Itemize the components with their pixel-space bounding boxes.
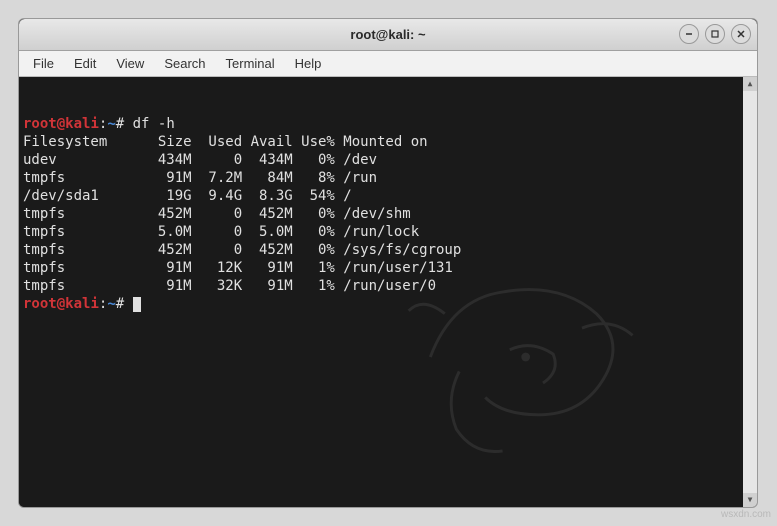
prompt-user: root xyxy=(23,296,57,312)
menu-search[interactable]: Search xyxy=(154,53,215,74)
menu-help[interactable]: Help xyxy=(285,53,332,74)
df-row: tmpfs 91M 32K 91M 1% /run/user/0 xyxy=(23,278,436,294)
df-row: tmpfs 452M 0 452M 0% /sys/fs/cgroup xyxy=(23,242,461,258)
close-button[interactable] xyxy=(731,24,751,44)
menubar: File Edit View Search Terminal Help xyxy=(19,51,757,77)
scroll-up-icon[interactable]: ▲ xyxy=(743,77,757,91)
df-row: tmpfs 91M 7.2M 84M 8% /run xyxy=(23,170,377,186)
scrollbar[interactable]: ▲ ▼ xyxy=(743,77,757,507)
menu-file[interactable]: File xyxy=(23,53,64,74)
window-title: root@kali: ~ xyxy=(350,27,425,42)
titlebar[interactable]: root@kali: ~ xyxy=(19,19,757,51)
terminal-window: root@kali: ~ File Edit View Search Termi… xyxy=(18,18,758,508)
prompt-host: kali xyxy=(65,116,99,132)
menu-edit[interactable]: Edit xyxy=(64,53,106,74)
df-row: tmpfs 5.0M 0 5.0M 0% /run/lock xyxy=(23,224,419,240)
prompt-path: ~ xyxy=(107,296,115,312)
menu-view[interactable]: View xyxy=(106,53,154,74)
df-row: tmpfs 91M 12K 91M 1% /run/user/131 xyxy=(23,260,453,276)
minimize-button[interactable] xyxy=(679,24,699,44)
df-row: udev 434M 0 434M 0% /dev xyxy=(23,152,377,168)
prompt-at: @ xyxy=(57,116,65,132)
prompt-host: kali xyxy=(65,296,99,312)
prompt-hash: # xyxy=(116,296,124,312)
prompt-user: root xyxy=(23,116,57,132)
prompt-at: @ xyxy=(57,296,65,312)
menu-terminal[interactable]: Terminal xyxy=(216,53,285,74)
command-text: df -h xyxy=(133,116,175,132)
page-watermark: wsxdn.com xyxy=(721,509,771,520)
df-row: tmpfs 452M 0 452M 0% /dev/shm xyxy=(23,206,411,222)
maximize-button[interactable] xyxy=(705,24,725,44)
scroll-down-icon[interactable]: ▼ xyxy=(743,493,757,507)
prompt-hash: # xyxy=(116,116,124,132)
df-header: Filesystem Size Used Avail Use% Mounted … xyxy=(23,134,428,150)
df-row: /dev/sda1 19G 9.4G 8.3G 54% / xyxy=(23,188,352,204)
window-controls xyxy=(679,24,751,44)
cursor xyxy=(133,297,141,312)
terminal-body[interactable]: root@kali:~# df -h Filesystem Size Used … xyxy=(19,77,757,507)
prompt-path: ~ xyxy=(107,116,115,132)
